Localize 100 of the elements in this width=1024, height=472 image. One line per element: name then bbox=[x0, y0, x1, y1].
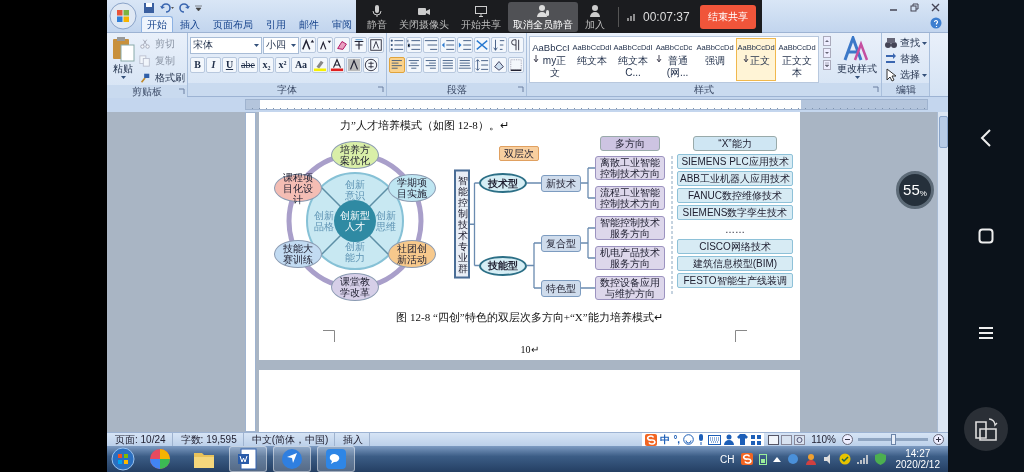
taskbar-app[interactable] bbox=[317, 446, 355, 472]
strikethrough-button[interactable]: abe bbox=[238, 57, 258, 73]
grid-icon[interactable] bbox=[751, 434, 762, 445]
meeting-button[interactable]: 加入 bbox=[580, 1, 610, 32]
speaker-icon[interactable] bbox=[822, 454, 833, 464]
sogou-tray-icon[interactable] bbox=[740, 453, 753, 465]
redo-icon[interactable] bbox=[179, 1, 191, 14]
paste-button[interactable]: 粘贴 bbox=[109, 36, 137, 79]
distribute-button[interactable] bbox=[457, 57, 473, 73]
back-icon[interactable] bbox=[980, 128, 992, 148]
show-hidden-icon[interactable] bbox=[772, 456, 781, 462]
align-center-button[interactable] bbox=[406, 57, 422, 73]
meeting-button[interactable]: 开始共享 bbox=[456, 1, 506, 32]
style-item[interactable]: AaBbCcI my正文 bbox=[531, 38, 571, 81]
phonetic-guide-icon[interactable] bbox=[351, 37, 367, 53]
multilevel-list-icon[interactable] bbox=[423, 37, 439, 53]
format-painter-button[interactable]: 格式刷 bbox=[139, 71, 185, 85]
help-icon[interactable] bbox=[930, 17, 942, 29]
justify-button[interactable] bbox=[440, 57, 456, 73]
bold-button[interactable]: B bbox=[190, 57, 205, 73]
change-styles-button[interactable]: 更改样式 bbox=[835, 36, 879, 79]
zoom-level[interactable]: 110% bbox=[811, 432, 836, 447]
print-layout-icon[interactable] bbox=[768, 434, 780, 445]
customize-caret-icon[interactable] bbox=[195, 4, 202, 11]
restore-icon[interactable] bbox=[910, 3, 919, 12]
italic-button[interactable]: I bbox=[206, 57, 221, 73]
ribbon-tab[interactable]: 插入 bbox=[174, 16, 206, 32]
scroll-down-icon[interactable] bbox=[823, 48, 831, 58]
zoom-in-icon[interactable] bbox=[933, 434, 944, 445]
ribbon-tab[interactable]: 开始 bbox=[141, 16, 173, 32]
replace-button[interactable]: 替换 bbox=[884, 52, 927, 66]
clock-time[interactable]: 14:27 bbox=[905, 448, 931, 459]
shield-icon[interactable] bbox=[874, 453, 886, 465]
show-marks-icon[interactable] bbox=[508, 37, 524, 53]
zoom-slider-thumb[interactable] bbox=[890, 434, 896, 445]
ribbon-tab[interactable]: 引用 bbox=[260, 16, 292, 32]
scrollbar[interactable] bbox=[937, 112, 948, 432]
numbered-list-icon[interactable] bbox=[406, 37, 422, 53]
enclosed-character-icon[interactable] bbox=[363, 57, 379, 73]
cycle-node: 社团创新活动 bbox=[388, 240, 437, 268]
signal-bars-icon[interactable] bbox=[856, 454, 869, 464]
undo-icon[interactable] bbox=[159, 1, 175, 14]
character-shading-icon[interactable] bbox=[346, 57, 362, 73]
rotate-screen-icon[interactable] bbox=[964, 407, 1008, 451]
grow-font-icon[interactable] bbox=[300, 37, 316, 53]
menu-icon[interactable] bbox=[978, 326, 994, 340]
shading-icon[interactable] bbox=[491, 57, 507, 73]
ime-button[interactable]: 中 bbox=[660, 432, 671, 447]
paragraph-mark-icon bbox=[533, 55, 539, 63]
security-icon[interactable] bbox=[838, 453, 851, 465]
meeting-button[interactable]: 关闭摄像头 bbox=[394, 1, 454, 32]
home-icon[interactable] bbox=[978, 228, 994, 244]
increase-indent-icon[interactable] bbox=[457, 37, 473, 53]
sort-icon[interactable] bbox=[491, 37, 507, 53]
bullet-list-icon[interactable] bbox=[389, 37, 405, 53]
more-styles-icon[interactable] bbox=[823, 60, 831, 70]
office-button[interactable] bbox=[109, 2, 137, 30]
change-case-button[interactable]: Aa bbox=[291, 57, 311, 73]
meeting-button[interactable]: 静音 bbox=[362, 1, 392, 32]
font-color-icon[interactable] bbox=[329, 57, 345, 73]
network-icon[interactable] bbox=[786, 453, 799, 465]
close-icon[interactable] bbox=[931, 3, 940, 12]
save-icon[interactable] bbox=[143, 1, 155, 14]
find-button[interactable]: 查找 bbox=[884, 36, 927, 50]
smile-icon[interactable] bbox=[683, 434, 695, 445]
taskbar-app[interactable] bbox=[273, 446, 311, 472]
start-button[interactable] bbox=[111, 447, 135, 471]
superscript-button[interactable]: x² bbox=[275, 57, 290, 73]
taskbar-app[interactable] bbox=[229, 446, 267, 472]
ribbon-tab[interactable]: 邮件 bbox=[293, 16, 325, 32]
scroll-up-icon[interactable] bbox=[823, 36, 831, 46]
microphone-icon[interactable] bbox=[697, 434, 706, 445]
people-icon[interactable] bbox=[804, 453, 817, 465]
decrease-indent-icon[interactable] bbox=[440, 37, 456, 53]
sogou-icon[interactable] bbox=[645, 433, 658, 446]
subscript-button[interactable]: x₂ bbox=[259, 57, 274, 73]
character-border-icon[interactable] bbox=[368, 37, 384, 53]
align-left-button[interactable] bbox=[389, 57, 405, 73]
clear-format-icon[interactable] bbox=[334, 37, 350, 53]
shrink-font-icon[interactable] bbox=[317, 37, 333, 53]
language-indicator[interactable]: CH bbox=[720, 453, 735, 465]
scrollbar-thumb[interactable] bbox=[938, 116, 948, 148]
web-layout-icon[interactable] bbox=[794, 434, 806, 445]
ime-button[interactable]: °, bbox=[673, 432, 681, 447]
align-right-button[interactable] bbox=[423, 57, 439, 73]
person-icon[interactable] bbox=[724, 434, 735, 445]
zoom-out-icon[interactable] bbox=[842, 434, 853, 445]
shirt-icon[interactable] bbox=[737, 434, 749, 445]
ribbon-tab[interactable]: 审阅 bbox=[326, 16, 358, 32]
ribbon-tab[interactable]: 页面布局 bbox=[207, 16, 259, 32]
select-button[interactable]: 选择 bbox=[884, 68, 927, 82]
borders-icon[interactable] bbox=[508, 57, 524, 73]
font-name-field[interactable]: 宋体 bbox=[190, 36, 262, 54]
font-size-field[interactable]: 小四 bbox=[263, 36, 299, 54]
line-spacing-icon[interactable] bbox=[474, 57, 490, 73]
battery-icon[interactable] bbox=[758, 453, 767, 465]
keyboard-icon[interactable] bbox=[708, 434, 722, 445]
clock-date[interactable]: 2020/2/12 bbox=[895, 459, 940, 470]
underline-button[interactable]: U bbox=[222, 57, 237, 73]
meeting-button[interactable]: 取消全员静音 bbox=[508, 1, 578, 32]
